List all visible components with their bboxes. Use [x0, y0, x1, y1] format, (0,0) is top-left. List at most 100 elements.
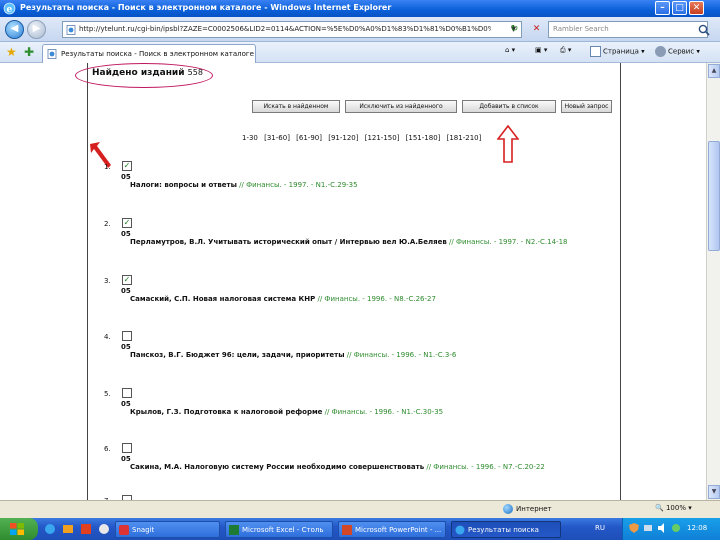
record-code: 05 [121, 230, 131, 238]
record-code: 05 [121, 400, 131, 408]
clock: 12:08 [687, 524, 708, 532]
favorites-star-icon[interactable]: ★ [6, 45, 17, 59]
minimize-button[interactable]: – [655, 1, 670, 15]
record-code: 05 [121, 173, 131, 181]
language-indicator[interactable]: RU [595, 524, 605, 532]
windows-flag-icon [10, 523, 24, 535]
quicklaunch-app-icon[interactable] [80, 523, 92, 535]
vertical-scrollbar[interactable]: ▲ ▼ [706, 63, 720, 500]
maximize-button[interactable]: □ [672, 1, 687, 15]
record-number: 2. [104, 220, 111, 228]
internet-explorer-icon: e [3, 2, 16, 15]
record-text[interactable]: Самаский, С.П. Новая налоговая система К… [130, 295, 436, 303]
home-icon[interactable]: ⌂ ▾ [505, 46, 515, 54]
title-bar: e Результаты поиска - Поиск в электронно… [0, 0, 720, 17]
gear-icon [655, 46, 666, 57]
exclude-from-found-button[interactable]: Исключить из найденного [345, 100, 457, 113]
record-number: 4. [104, 333, 111, 341]
search-field[interactable]: Rambler Search [548, 21, 708, 38]
stop-icon[interactable]: ✕ [530, 23, 543, 36]
url-field[interactable]: http://ytelunt.ru/cgi-bin/ipsbl?ZAZE=C00… [62, 21, 522, 38]
tab-label: Результаты поиска - Поиск в электронном … [61, 50, 254, 58]
quicklaunch-media-icon[interactable] [98, 523, 110, 535]
address-bar: ◀ ▶ http://ytelunt.ru/cgi-bin/ipsbl?ZAZE… [0, 17, 720, 42]
search-placeholder: Rambler Search [553, 25, 609, 33]
svg-text:e: e [7, 5, 13, 15]
record-code: 05 [121, 287, 131, 295]
start-button[interactable] [0, 518, 38, 540]
zoom-level[interactable]: 🔍 100% ▾ [655, 504, 692, 512]
record-checkbox[interactable]: ✓ [122, 161, 132, 171]
record-text[interactable]: Сакина, М.А. Налоговую систему России не… [130, 463, 545, 471]
add-to-list-button[interactable]: Добавить в список [462, 100, 556, 113]
record-text[interactable]: Панскоз, В.Г. Бюджет 96: цели, задачи, п… [130, 351, 456, 359]
scroll-down-icon[interactable]: ▼ [708, 485, 720, 499]
close-button[interactable]: ✕ [689, 1, 704, 15]
ie-task-icon [455, 525, 465, 535]
search-in-found-button[interactable]: Искать в найденном [252, 100, 340, 113]
tray-icon-shield[interactable] [629, 523, 639, 533]
page-link[interactable]: [151-180] [406, 134, 441, 142]
scroll-up-icon[interactable]: ▲ [708, 64, 720, 78]
add-favorites-icon[interactable]: ✚ [24, 45, 34, 59]
page-menu[interactable]: Страница ▾ [590, 46, 645, 57]
taskbar-item[interactable]: Microsoft PowerPoint - ... [338, 521, 446, 538]
record-text[interactable]: Перламутров, В.Л. Учитывать исторический… [130, 238, 567, 246]
print-icon[interactable]: ⎙ ▾ [560, 46, 571, 55]
highlight-ellipse [75, 63, 213, 88]
search-icon[interactable] [697, 23, 711, 37]
list-item: 3. ✓ 05 Самаский, С.П. Новая налоговая с… [104, 275, 604, 335]
record-checkbox[interactable]: ✓ [122, 218, 132, 228]
page-link[interactable]: [31-60] [264, 134, 290, 142]
tools-menu[interactable]: Сервис ▾ [655, 46, 700, 57]
forward-button[interactable]: ▶ [27, 20, 46, 39]
record-code: 05 [121, 455, 131, 463]
page-menu-label: Страница [603, 47, 639, 56]
security-zone: Интернет [503, 504, 552, 514]
tray-icon-volume[interactable] [657, 523, 667, 533]
page-icon [66, 25, 76, 35]
page-link[interactable]: [181-210] [447, 134, 482, 142]
record-code: 05 [121, 343, 131, 351]
back-button[interactable]: ◀ [5, 20, 24, 39]
arrow-up-annotation [497, 125, 519, 163]
page-link[interactable]: [61-90] [296, 134, 322, 142]
tab-page-icon [47, 49, 57, 59]
taskbar-item-active[interactable]: Результаты поиска [451, 521, 561, 538]
record-text[interactable]: Налоги: вопросы и ответы // Финансы. - 1… [130, 181, 358, 189]
system-tray: RU 12:08 [595, 518, 720, 540]
scrollbar-thumb[interactable] [708, 141, 720, 251]
globe-icon [503, 504, 513, 514]
list-item: 4. 05 Панскоз, В.Г. Бюджет 96: цели, зад… [104, 331, 604, 391]
taskbar-item[interactable]: Snagit [115, 521, 220, 538]
list-item: 2. ✓ 05 Перламутров, В.Л. Учитывать исто… [104, 218, 604, 278]
record-text[interactable]: Крылов, Г.З. Подготовка к налоговой рефо… [130, 408, 443, 416]
page-current: 1-30 [242, 134, 258, 142]
excel-icon [229, 525, 239, 535]
record-number: 6. [104, 445, 111, 453]
page-link[interactable]: [121-150] [365, 134, 400, 142]
refresh-icon[interactable]: ↻ [508, 23, 521, 36]
quicklaunch-ie-icon[interactable] [44, 523, 56, 535]
list-item: 6. 05 Сакина, М.А. Налоговую систему Рос… [104, 443, 604, 500]
record-checkbox[interactable] [122, 331, 132, 341]
snagit-icon [119, 525, 129, 535]
list-item: 5. 05 Крылов, Г.З. Подготовка к налогово… [104, 388, 604, 448]
url-text: http://ytelunt.ru/cgi-bin/ipsbl?ZAZE=C00… [79, 25, 491, 33]
tray-icon-app[interactable] [671, 523, 681, 533]
taskbar-item[interactable]: Microsoft Excel - Столь [225, 521, 333, 538]
feeds-icon[interactable]: ▣ ▾ [535, 46, 547, 54]
record-number: 3. [104, 277, 111, 285]
window-title: Результаты поиска - Поиск в электронном … [20, 3, 392, 12]
page-menu-icon [590, 46, 601, 57]
page-border-right [620, 63, 621, 500]
new-query-button[interactable]: Новый запрос [561, 100, 612, 113]
quicklaunch-desktop-icon[interactable] [62, 523, 74, 535]
browser-tab[interactable]: Результаты поиска - Поиск в электронном … [42, 44, 256, 63]
record-checkbox[interactable] [122, 388, 132, 398]
record-number: 5. [104, 390, 111, 398]
record-checkbox[interactable] [122, 443, 132, 453]
page-link[interactable]: [91-120] [328, 134, 358, 142]
record-checkbox[interactable]: ✓ [122, 275, 132, 285]
tray-icon-network[interactable] [643, 523, 653, 533]
